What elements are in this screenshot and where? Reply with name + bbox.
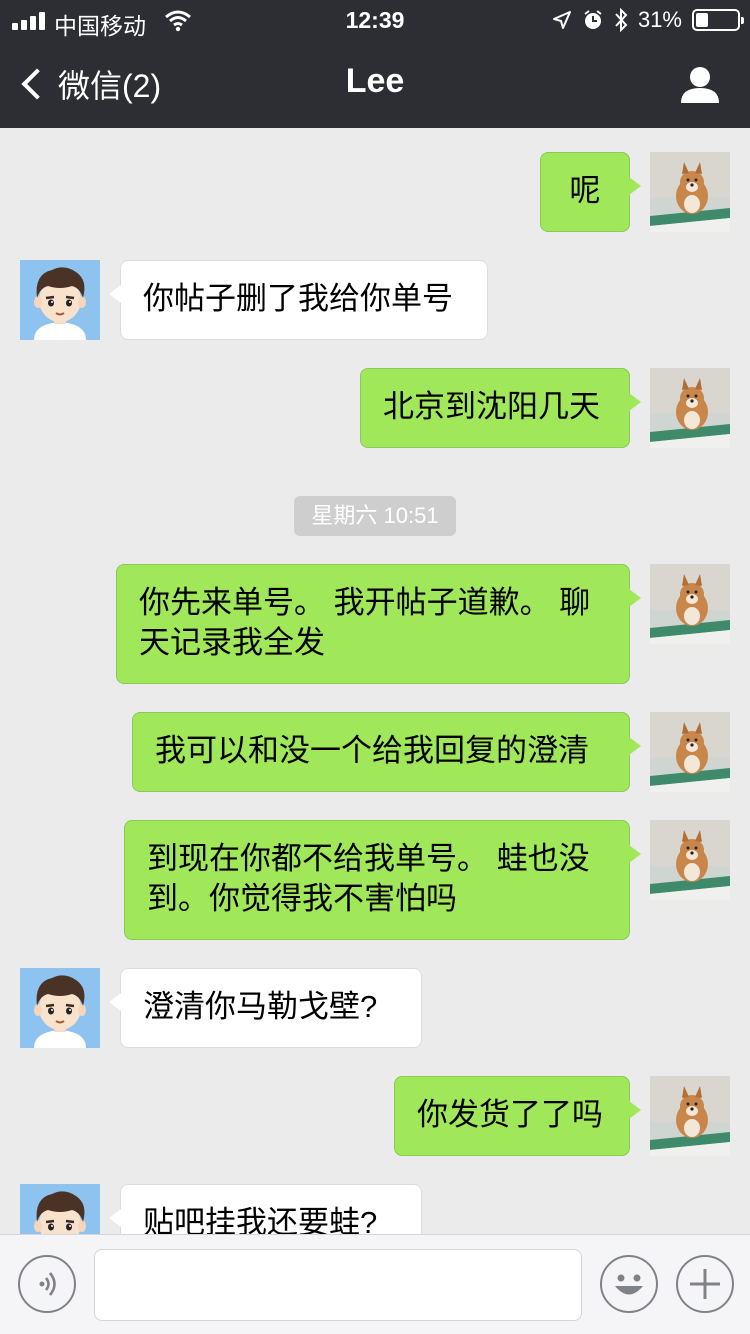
message-bubble-received[interactable]: 你帖子删了我给你单号 [109,260,488,340]
chat-area[interactable]: 呢 你帖子删了我给你单号 北京到沈阳几天 星期六 10:51 你先来单号。 我开… [0,128,750,1234]
emoji-button[interactable] [600,1255,658,1313]
message-bubble-received[interactable]: 澄清你马勒戈壁? [109,968,422,1048]
timestamp-label: 星期六 10:51 [294,496,456,536]
my-avatar[interactable] [650,152,730,232]
status-icons: 31% [552,6,744,34]
top-bar: 中国移动 12:39 31% 微信(2) Lee [0,0,750,128]
message-text: 贴吧挂我还要蛙? [143,1205,378,1234]
battery-icon [692,9,744,31]
message-bubble-sent[interactable]: 你发货了了吗 [394,1076,641,1156]
message-bubble-sent[interactable]: 我可以和没一个给我回复的澄清 [132,712,641,792]
message-text: 呢 [569,173,601,208]
my-avatar[interactable] [650,564,730,644]
message-bubble-sent[interactable]: 呢 [540,152,641,232]
message-bubble-received[interactable]: 贴吧挂我还要蛙? [109,1184,422,1234]
battery-percent: 31% [637,7,682,32]
my-avatar[interactable] [650,712,730,792]
contact-avatar[interactable] [20,968,100,1048]
message-text: 我可以和没一个给我回复的澄清 [155,733,589,768]
more-button[interactable] [676,1255,734,1313]
alarm-icon [584,10,602,29]
chat-title: Lee [345,62,405,100]
plus-icon [690,1269,720,1299]
voice-icon [39,1272,56,1296]
message-text: 你先来单号。 我开帖子道歉。 聊天记录我全发 [139,585,591,660]
my-avatar[interactable] [650,1076,730,1156]
voice-button[interactable] [18,1255,76,1313]
contact-avatar[interactable] [20,260,100,340]
input-bar [0,1234,750,1334]
message-text: 北京到沈阳几天 [383,389,600,424]
emoji-icon [615,1274,643,1295]
message-bubble-sent[interactable]: 北京到沈阳几天 [360,368,641,448]
message-text: 澄清你马勒戈壁? [143,989,378,1024]
contact-avatar[interactable] [20,1184,100,1234]
status-bar: 中国移动 12:39 31% [0,0,750,40]
message-text: 到现在你都不给我单号。 蛙也没到。你觉得我不害怕吗 [147,841,590,916]
message-text: 你帖子删了我给你单号 [143,281,453,316]
my-avatar[interactable] [650,820,730,900]
person-icon[interactable] [680,66,720,104]
my-avatar[interactable] [650,368,730,448]
bluetooth-icon [615,8,628,32]
location-icon [552,11,571,29]
message-input[interactable] [94,1249,582,1321]
message-bubble-sent[interactable]: 你先来单号。 我开帖子道歉。 聊天记录我全发 [116,564,641,684]
message-bubble-sent[interactable]: 到现在你都不给我单号。 蛙也没到。你觉得我不害怕吗 [124,820,641,940]
message-text: 你发货了了吗 [417,1097,603,1132]
